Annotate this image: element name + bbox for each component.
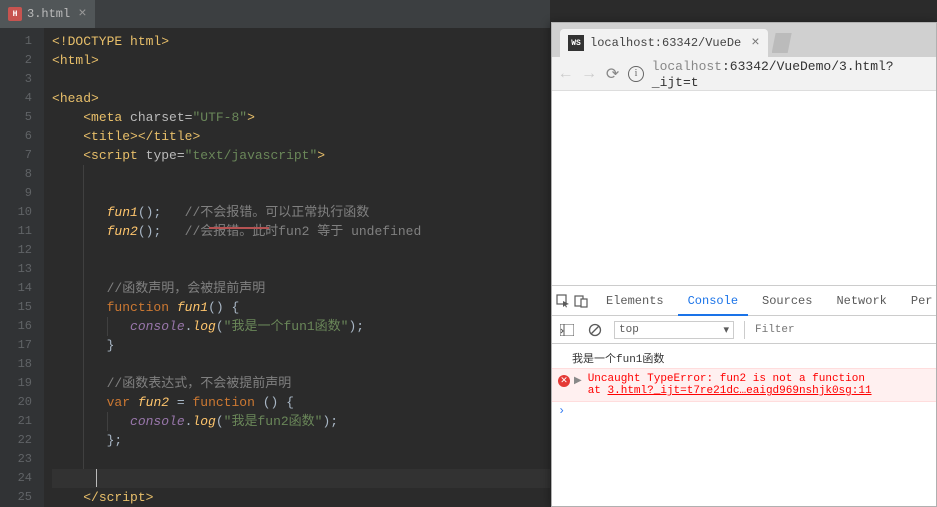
line-number: 20	[0, 393, 44, 412]
html-file-icon: H	[8, 7, 22, 21]
console-log-line: 我是一个fun1函数	[552, 348, 936, 368]
tab-network[interactable]: Network	[826, 286, 896, 316]
code-line: function fun1() {	[52, 298, 550, 317]
line-number: 21	[0, 412, 44, 431]
code-content[interactable]: <!DOCTYPE html> <html> <head> <meta char…	[44, 28, 550, 507]
code-line: <head>	[52, 89, 550, 108]
line-number: 24	[0, 469, 44, 488]
code-line: //函数表达式，不会被提前声明	[52, 374, 550, 393]
line-number: 23	[0, 450, 44, 469]
code-line: <!DOCTYPE html>	[52, 32, 550, 51]
line-number-gutter: 1 2 3 4 5 6 7 8 9 10 11 12 13 14 15 16 1…	[0, 28, 44, 507]
line-number: 9	[0, 184, 44, 203]
line-number: 12	[0, 241, 44, 260]
context-selector[interactable]: top▾	[614, 321, 734, 339]
code-line	[52, 70, 550, 89]
line-number: 13	[0, 260, 44, 279]
code-line: console.log("我是一个fun1函数");	[52, 317, 550, 336]
line-number: 10	[0, 203, 44, 222]
code-line	[52, 241, 550, 260]
browser-tab-title: localhost:63342/VueDe	[590, 36, 741, 50]
line-number: 5	[0, 108, 44, 127]
tab-sources[interactable]: Sources	[752, 286, 822, 316]
clear-console-icon[interactable]	[586, 321, 604, 339]
line-number: 25	[0, 488, 44, 507]
close-icon[interactable]: ×	[78, 6, 86, 22]
separator	[744, 321, 745, 339]
code-line: <html>	[52, 51, 550, 70]
text-caret	[96, 469, 97, 487]
code-line	[52, 355, 550, 374]
reload-icon[interactable]: ⟳	[605, 66, 620, 82]
code-line-active	[52, 469, 550, 488]
code-area[interactable]: 1 2 3 4 5 6 7 8 9 10 11 12 13 14 15 16 1…	[0, 28, 550, 507]
expand-triangle-icon[interactable]: ▶	[574, 375, 582, 387]
console-sidebar-icon[interactable]	[558, 321, 576, 339]
device-toggle-icon[interactable]	[574, 292, 588, 310]
new-tab-button[interactable]	[772, 33, 792, 53]
code-line: <meta charset="UTF-8">	[52, 108, 550, 127]
address-bar: ← → ⟳ i localhost:63342/VueDemo/3.html?_…	[552, 57, 936, 91]
favicon-icon: WS	[568, 35, 584, 51]
code-line: </script>	[52, 488, 550, 507]
code-line: var fun2 = function () {	[52, 393, 550, 412]
error-icon: ✕	[558, 375, 570, 387]
console-toolbar: top▾	[552, 316, 936, 344]
line-number: 8	[0, 165, 44, 184]
line-number: 4	[0, 89, 44, 108]
line-number: 17	[0, 336, 44, 355]
code-line: fun1(); //不会报错。可以正常执行函数	[52, 203, 550, 222]
code-line	[52, 450, 550, 469]
console-output: 我是一个fun1函数 ✕ ▶ Uncaught TypeError: fun2 …	[552, 344, 936, 424]
code-line: fun2(); //会报错。此时fun2 等于 undefined	[52, 222, 550, 241]
line-number: 6	[0, 127, 44, 146]
page-viewport	[552, 91, 936, 285]
line-number: 18	[0, 355, 44, 374]
console-prompt[interactable]: ›	[552, 402, 936, 420]
code-line: }	[52, 336, 550, 355]
devtools-panel: Elements Console Sources Network Per top…	[552, 285, 936, 424]
line-number: 16	[0, 317, 44, 336]
browser-window: WS localhost:63342/VueDe × ← → ⟳ i local…	[551, 22, 937, 507]
browser-tab[interactable]: WS localhost:63342/VueDe ×	[560, 29, 768, 57]
code-editor: H 3.html × 1 2 3 4 5 6 7 8 9 10 11 12 13…	[0, 0, 550, 507]
error-text: Uncaught TypeError: fun2 is not a functi…	[588, 373, 872, 397]
code-line: //函数声明，会被提前声明	[52, 279, 550, 298]
line-number: 14	[0, 279, 44, 298]
error-underline	[209, 227, 269, 229]
editor-tab[interactable]: H 3.html ×	[0, 0, 95, 28]
tab-elements[interactable]: Elements	[596, 286, 674, 316]
line-number: 15	[0, 298, 44, 317]
line-number: 22	[0, 431, 44, 450]
line-number: 2	[0, 51, 44, 70]
error-source-link[interactable]: 3.html?_ijt=t7re21dc…eaigd969nshjk0sg:11	[608, 385, 872, 397]
code-line	[52, 165, 550, 184]
code-line: console.log("我是fun2函数");	[52, 412, 550, 431]
browser-tab-strip: WS localhost:63342/VueDe ×	[552, 23, 936, 57]
code-line	[52, 260, 550, 279]
tab-performance[interactable]: Per	[901, 286, 937, 316]
close-icon[interactable]: ×	[751, 35, 759, 51]
site-info-icon[interactable]: i	[628, 66, 644, 82]
back-icon[interactable]: ←	[558, 66, 573, 82]
devtools-tab-bar: Elements Console Sources Network Per	[552, 286, 936, 316]
tab-console[interactable]: Console	[678, 286, 748, 316]
code-line	[52, 184, 550, 203]
line-number: 1	[0, 32, 44, 51]
line-number: 19	[0, 374, 44, 393]
inspect-icon[interactable]	[556, 292, 570, 310]
editor-tab-bar: H 3.html ×	[0, 0, 550, 28]
url-display[interactable]: localhost:63342/VueDemo/3.html?_ijt=t	[652, 58, 930, 90]
code-line: <title></title>	[52, 127, 550, 146]
line-number: 11	[0, 222, 44, 241]
line-number: 7	[0, 146, 44, 165]
code-line: };	[52, 431, 550, 450]
console-error-line: ✕ ▶ Uncaught TypeError: fun2 is not a fu…	[552, 368, 936, 402]
tab-filename: 3.html	[27, 7, 70, 21]
filter-input[interactable]	[755, 324, 930, 336]
forward-icon[interactable]: →	[581, 66, 596, 82]
chevron-down-icon: ▾	[723, 323, 729, 337]
code-line: <script type="text/javascript">	[52, 146, 550, 165]
line-number: 3	[0, 70, 44, 89]
